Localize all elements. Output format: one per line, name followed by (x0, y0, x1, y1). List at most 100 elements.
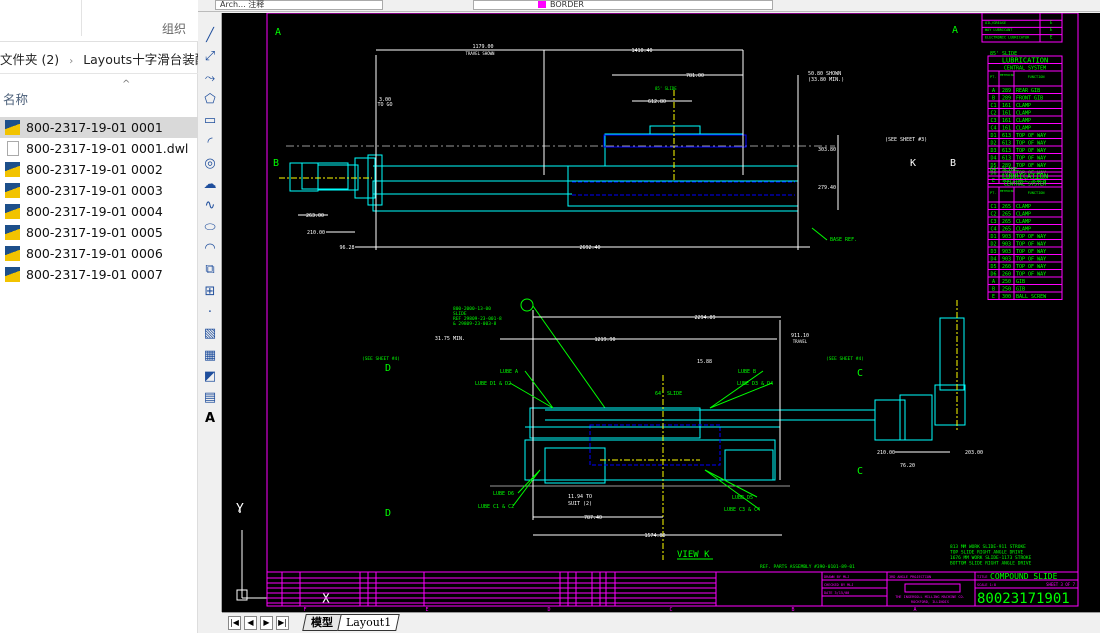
table-cell: C1 (990, 204, 996, 210)
table-header: PT. (990, 75, 996, 79)
slide-body (567, 165, 799, 207)
text-style-dropdown[interactable]: Arch... 注释 (215, 0, 383, 10)
file-explorer-panel: 组织 文件夹 (2) › Layouts十字滑台装配图 ^ 名称 800-2317-… (0, 0, 198, 633)
table-cell: TOP OF WAY (1016, 141, 1046, 147)
part-callout: & 29809-23-003-8 (453, 321, 497, 327)
table-cell: C4 (990, 227, 996, 233)
multiline-text-tool-icon[interactable]: A (201, 410, 219, 428)
file-name: 800-2317-19-01 0001.dwl (26, 141, 189, 156)
layer-dropdown[interactable]: BORDER (473, 0, 773, 10)
polyline-tool-icon[interactable]: ⤳ (201, 70, 219, 88)
polygon-tool-icon[interactable]: ⬠ (201, 91, 219, 109)
breadcrumb-item[interactable]: 文件夹 (2) (0, 52, 59, 67)
ribbon-group-organize[interactable]: 组织 (162, 20, 186, 37)
upper-slide (529, 407, 701, 439)
file-name: 800-2317-19-01 0005 (26, 225, 163, 240)
motor-housing (289, 162, 319, 192)
table-cell: 289 (1002, 96, 1011, 102)
line-tool-icon[interactable]: ╱ (201, 27, 219, 45)
insert-block-tool-icon[interactable]: ⧉ (201, 261, 219, 279)
table-cell: D1 (990, 234, 996, 240)
projection-label: 3RD ANGLE PROJECTION (889, 575, 931, 579)
ellipse-arc-tool-icon[interactable]: ◠ (201, 240, 219, 258)
last-tab-button[interactable]: ▶| (276, 616, 289, 630)
table-cell: TOP OF WAY (1016, 257, 1046, 263)
circle-tool-icon[interactable]: ◎ (201, 155, 219, 173)
first-tab-button[interactable]: |◀ (228, 616, 241, 630)
hatch-tool-icon[interactable]: ▧ (201, 325, 219, 343)
file-item[interactable]: 800-2317-19-01 0004 (0, 201, 198, 222)
file-item[interactable]: 800-2317-19-01 0003 (0, 180, 198, 201)
tab-model[interactable]: 模型 (302, 614, 342, 631)
leader (512, 469, 541, 507)
leader (524, 370, 554, 409)
dim-text: 612.80 (648, 99, 666, 105)
table-cell: 903 (1002, 257, 1011, 263)
carriage (724, 449, 774, 481)
file-icon (7, 141, 19, 156)
see-sheet-label: (SEE SHEET #4) (362, 356, 400, 362)
table-cell: C3 (990, 118, 996, 124)
note-text: 813 MM WORK SLIDE-911 STROKE (950, 544, 1026, 550)
breadcrumb-item[interactable]: Layouts十字滑台装配图 (83, 52, 198, 67)
table-cell: C3 (990, 219, 996, 225)
company-logo (904, 583, 961, 593)
file-item[interactable]: 800-2317-19-01 0001.dwl (0, 138, 198, 159)
table-cell: C4 (990, 126, 996, 132)
prev-tab-button[interactable]: ◀ (244, 616, 257, 630)
spline-tool-icon[interactable]: ∿ (201, 197, 219, 215)
section-marker-a: A (952, 25, 958, 36)
dwg-file-icon (5, 267, 20, 282)
region-tool-icon[interactable]: ◩ (201, 368, 219, 386)
column-header-name[interactable]: 名称 (3, 89, 28, 108)
file-item[interactable]: 800-2317-19-01 0007 (0, 264, 198, 285)
label: 203.00 (965, 450, 983, 456)
scale: SCALE 1:8 (977, 583, 996, 587)
company-city: ROCKFORD, ILLINOIS (911, 600, 949, 604)
dim-text: 1179.00 (472, 44, 493, 50)
construction-line-tool-icon[interactable]: ⤢ (201, 48, 219, 66)
revision-cloud-tool-icon[interactable]: ☁ (201, 176, 219, 194)
point-tool-icon[interactable]: · (201, 304, 219, 322)
dim-text: (33.80 MIN.) (808, 77, 844, 83)
table-cell: B (992, 287, 995, 293)
file-item[interactable]: 800-2317-19-01 0006 (0, 243, 198, 264)
table-cell: D4 (990, 156, 996, 162)
breadcrumb[interactable]: 文件夹 (2) › Layouts十字滑台装配图 (0, 48, 198, 74)
ucs-x-label: X (322, 592, 330, 607)
chevron-right-icon: › (69, 56, 74, 67)
file-item[interactable]: 800-2317-19-01 0005 (0, 222, 198, 243)
table-cell: 265 (1002, 204, 1011, 210)
arc-tool-icon[interactable]: ◜ (201, 134, 219, 152)
rectangle-tool-icon[interactable]: ▭ (201, 112, 219, 130)
table-cell: TOP OF WAY (1016, 133, 1046, 139)
file-name: 800-2317-19-01 0001 (26, 120, 163, 135)
table-cell: E (992, 178, 995, 184)
next-tab-button[interactable]: ▶ (260, 616, 273, 630)
lube-label: LUBE D5 (732, 495, 753, 501)
balloon (520, 298, 534, 312)
leader (704, 469, 760, 510)
table-cell: D4 (990, 257, 996, 263)
drawing-canvas[interactable]: A Y X 1179.00 TRAVEL SHOWN 1410.40 781.00 612.8… (222, 13, 1100, 612)
table-cell: TOP OF WAY (1016, 156, 1046, 162)
section-marker-b: B (950, 158, 956, 169)
leader (704, 469, 758, 498)
table-cell: BALL SCREW (1016, 294, 1047, 300)
table-cell: FRONT GIB (1016, 96, 1043, 102)
table-cell: CLAMP (1016, 219, 1031, 225)
table-cell: E (1050, 20, 1053, 25)
base-ref-label: BASE REF. (830, 237, 857, 243)
ref-parts-note: REF. PARTS ASSEMBLY #390-0101-89-01 (760, 564, 855, 570)
table-cell: TOP OF WAY (1016, 264, 1046, 270)
table-tool-icon[interactable]: ▤ (201, 389, 219, 407)
file-item[interactable]: 800-2317-19-01 0002 (0, 159, 198, 180)
note-text: BOTTOM SLIDE RIGHT ANGLE DRIVE (950, 561, 1032, 567)
ellipse-tool-icon[interactable]: ⬭ (201, 219, 219, 237)
file-item[interactable]: 800-2317-19-01 0001 (0, 117, 198, 138)
file-name: 800-2317-19-01 0003 (26, 183, 163, 198)
make-block-tool-icon[interactable]: ⊞ (201, 283, 219, 301)
tab-layout1[interactable]: Layout1 (337, 614, 401, 631)
gradient-tool-icon[interactable]: ▦ (201, 347, 219, 365)
table-cell: 161 (1002, 126, 1011, 132)
